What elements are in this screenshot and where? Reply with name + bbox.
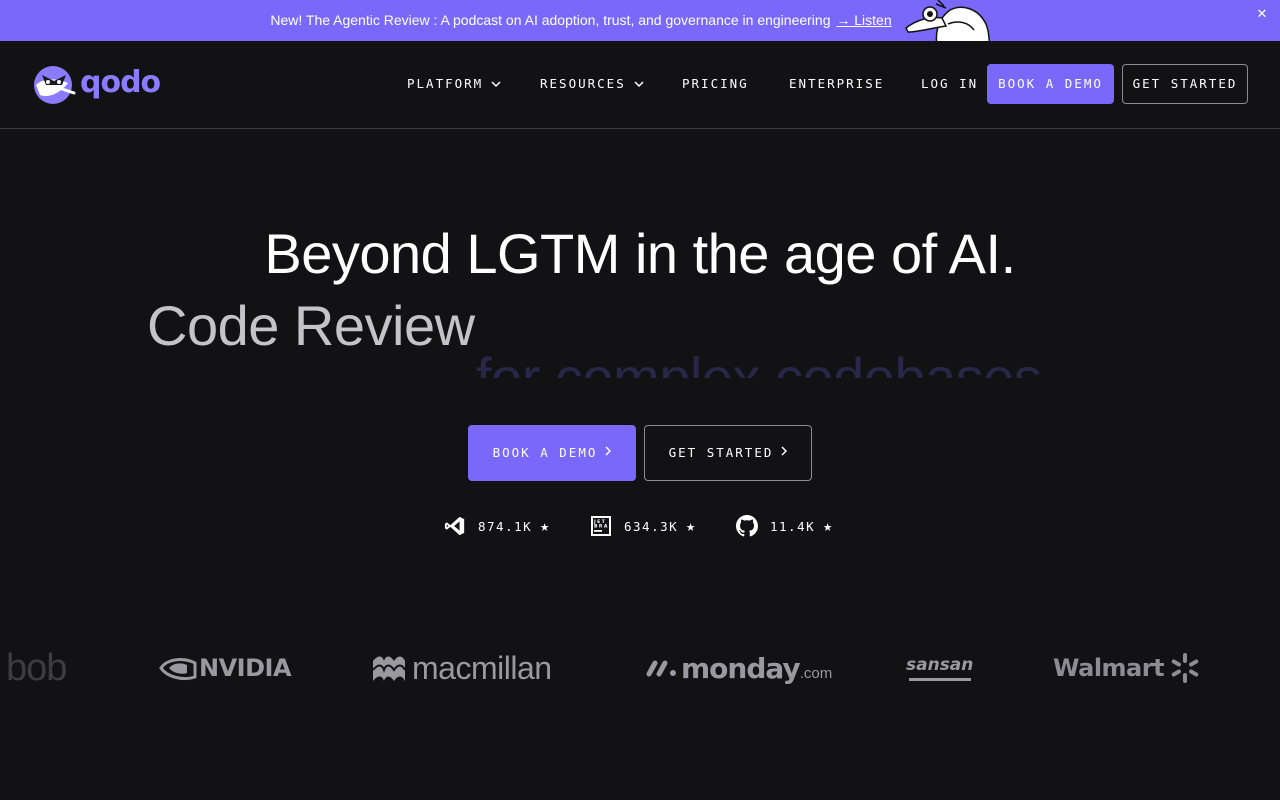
nvidia-eye-icon	[159, 658, 197, 681]
logo-monday-suffix: .com	[799, 664, 833, 682]
stat-jetbrains[interactable]: JETBRAINS 634.3K ★	[590, 514, 695, 538]
hero-subtitle: Code Review	[147, 294, 475, 357]
jetbrains-icon: JETBRAINS	[590, 515, 621, 537]
stat-vscode[interactable]: 874.1K ★	[444, 514, 549, 538]
logo-nvidia: NVIDIA	[159, 628, 292, 708]
qodo-logo[interactable]: qodo	[32, 65, 161, 105]
logo-wordmark: qodo	[80, 65, 161, 100]
hero-get-started-button[interactable]: GET STARTED	[644, 425, 812, 481]
announcement-message: New! The Agentic Review : A podcast on A…	[270, 12, 831, 28]
hero-book-demo-label: BOOK A DEMO	[492, 445, 598, 460]
star-icon: ★	[823, 517, 833, 535]
nav-login[interactable]: LOG IN	[921, 41, 978, 127]
customer-logos: bob NVIDIA macmillan monday .com sansan W…	[0, 628, 1280, 708]
logo-bob: bob	[6, 628, 67, 708]
hero-rotating-text: for complex codebases	[476, 346, 1042, 378]
hero-rotating-text-wrap: for complex codebases	[470, 346, 1050, 378]
star-icon: ★	[540, 517, 550, 535]
stat-github-value: 11.4K	[770, 518, 816, 534]
chevron-down-icon	[634, 40, 644, 126]
listen-link[interactable]: → Listen	[836, 12, 891, 28]
logo-macmillan-text: macmillan	[412, 649, 552, 686]
monday-mark-icon	[646, 660, 676, 677]
nav-resources-label: RESOURCES	[540, 76, 626, 91]
github-icon	[736, 515, 758, 537]
hero-book-demo-button[interactable]: BOOK A DEMO	[468, 425, 636, 481]
site-header: qodo PLATFORM RESOURCES PRICING ENTERPRI…	[0, 41, 1280, 129]
logo-monday-text: monday	[681, 651, 801, 685]
hero-title: Beyond LGTM in the age of AI.	[264, 222, 1016, 285]
vscode-icon	[444, 515, 466, 537]
walmart-spark-icon	[1171, 653, 1199, 683]
logo-sansan-text: sansan	[906, 654, 974, 675]
hero-get-started-label: GET STARTED	[668, 445, 774, 460]
logo-walmart-text: Walmart	[1053, 654, 1165, 682]
nav-enterprise[interactable]: ENTERPRISE	[789, 41, 884, 127]
stat-vscode-value: 874.1K	[478, 518, 533, 534]
nav-pricing[interactable]: PRICING	[682, 41, 749, 127]
svg-text:BRAINS: BRAINS	[594, 524, 612, 530]
stat-jetbrains-value: 634.3K	[624, 518, 679, 534]
logo-nvidia-text: NVIDIA	[199, 654, 292, 682]
star-icon: ★	[686, 517, 696, 535]
logo-macmillan: macmillan	[372, 628, 552, 708]
chevron-right-icon	[781, 425, 788, 479]
stat-github[interactable]: 11.4K ★	[736, 514, 832, 538]
nav-resources[interactable]: RESOURCES	[540, 41, 644, 127]
get-started-button[interactable]: GET STARTED	[1122, 64, 1248, 104]
logo-bob-text: bob	[6, 646, 67, 689]
chevron-right-icon	[605, 424, 612, 480]
book-demo-button[interactable]: BOOK A DEMO	[987, 64, 1114, 104]
nav-platform[interactable]: PLATFORM	[407, 41, 501, 127]
announcement-bar: New! The Agentic Review : A podcast on A…	[0, 0, 1280, 41]
mascot-illustration	[902, 0, 994, 41]
macmillan-mark-icon	[372, 656, 406, 681]
qodo-mascot-icon	[34, 66, 76, 104]
chevron-down-icon	[491, 40, 501, 126]
logo-walmart: Walmart	[1053, 628, 1202, 708]
logo-monday: monday .com	[646, 628, 832, 708]
close-icon[interactable]: ✕	[1254, 7, 1270, 23]
nav-platform-label: PLATFORM	[407, 76, 484, 91]
sansan-underline	[908, 677, 971, 681]
logo-sansan: sansan	[906, 628, 973, 708]
